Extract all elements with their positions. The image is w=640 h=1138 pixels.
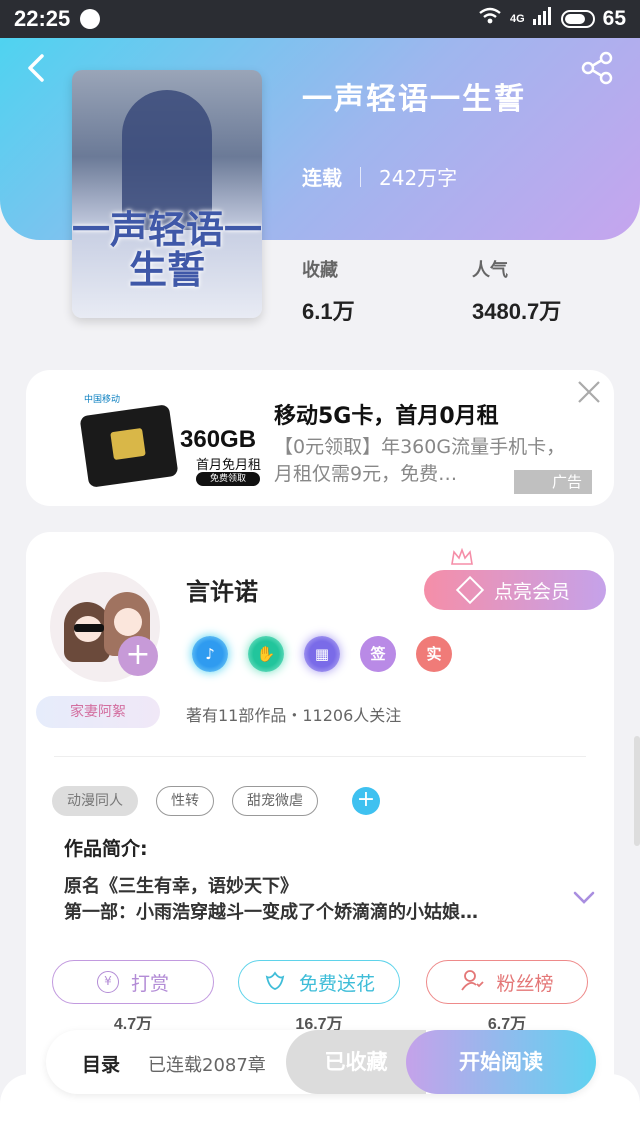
- status-time: 22:25: [14, 6, 71, 31]
- network-label: 4G: [509, 13, 525, 25]
- chapter-count[interactable]: 已连载2087章: [148, 1051, 266, 1077]
- ad-logo: 中国移动: [84, 395, 121, 405]
- stat-value: 3480.7万: [472, 299, 562, 324]
- word-count: 242万字: [379, 166, 458, 190]
- ad-image-gb: 360GB: [180, 426, 257, 453]
- reward-button[interactable]: ¥ 打赏: [52, 960, 214, 1004]
- ad-image-pill: 免费领取: [196, 472, 260, 486]
- intro-text[interactable]: 原名《三生有幸，语妙天下》 第一部：小雨浩穿越斗一变成了个娇滴滴的小姑娘…: [64, 874, 564, 926]
- book-cover[interactable]: 一声轻语一生誓: [72, 70, 262, 318]
- stat-favorites: 收藏 6.1万: [302, 256, 355, 326]
- divider: [54, 756, 586, 757]
- expand-button[interactable]: [572, 888, 596, 908]
- scrollbar[interactable]: [634, 736, 640, 846]
- fan-icon: [460, 969, 485, 996]
- tag-item[interactable]: 性转: [156, 786, 214, 816]
- sign-badge-icon[interactable]: 签: [360, 636, 396, 672]
- stat-value: 6.1万: [302, 299, 355, 324]
- reward-label: 打赏: [130, 972, 169, 995]
- ad-close-button[interactable]: [574, 378, 604, 408]
- flower-icon: [263, 969, 287, 996]
- music-note-icon[interactable]: ♪: [192, 636, 228, 672]
- fan-tag[interactable]: 家妻阿絮: [36, 696, 160, 728]
- crown-icon: [450, 547, 474, 566]
- battery-icon: [560, 10, 595, 28]
- book-status-row: 连载 242万字: [302, 162, 457, 191]
- yen-icon: ¥: [96, 971, 119, 993]
- close-icon: [578, 381, 600, 403]
- status-divider: [360, 166, 361, 187]
- author-meta: 著有11部作品・11206人关注: [186, 706, 402, 725]
- avatar-face-right: [114, 608, 142, 636]
- ad-tag: 广告: [514, 470, 592, 494]
- tag-item[interactable]: 动漫同人: [52, 786, 138, 816]
- battery-level: 65: [602, 7, 626, 30]
- avatar-glasses: [74, 624, 104, 632]
- message-icon: [80, 9, 101, 29]
- tag-list: 动漫同人 性转 甜宠微虐 +: [52, 786, 380, 816]
- bottom-action-bar: 目录 已连载2087章 已收藏 开始阅读: [46, 1030, 596, 1094]
- serial-status: 连载: [302, 166, 342, 190]
- ad-image-sub: 首月免月租: [196, 458, 262, 473]
- diamond-icon: [455, 575, 485, 605]
- ad-card[interactable]: 中国移动 360GB 首月免月租 免费领取 移动5G卡，首月0月租 【0元领取】…: [26, 370, 614, 506]
- status-right: 4G 65: [478, 7, 626, 31]
- toc-button[interactable]: 目录: [82, 1050, 120, 1077]
- stat-popularity: 人气 3480.7万: [472, 256, 561, 326]
- share-button[interactable]: [580, 50, 616, 86]
- follow-plus-button[interactable]: +: [118, 636, 158, 676]
- fan-rank-button[interactable]: 粉丝榜: [426, 960, 588, 1004]
- status-bar: 22:25 4G 65: [0, 0, 640, 38]
- signal-icon: [532, 7, 553, 31]
- stat-label: 收藏: [302, 260, 338, 281]
- sim-chip: [110, 427, 146, 461]
- author-badges: ♪ ✋ ▦ 签 实: [192, 636, 452, 672]
- calendar-icon[interactable]: ▦: [304, 636, 340, 672]
- wifi-icon: [478, 7, 502, 31]
- ad-image: 中国移动 360GB 首月免月租 免费领取: [54, 392, 274, 488]
- flower-label: 免费送花: [298, 972, 375, 995]
- intro-label: 作品简介:: [64, 838, 148, 860]
- handshake-icon[interactable]: ✋: [248, 636, 284, 672]
- add-tag-button[interactable]: +: [352, 787, 380, 815]
- ad-title: 移动5G卡，首月0月租: [274, 404, 499, 429]
- stat-label: 人气: [472, 260, 508, 281]
- back-button[interactable]: [20, 50, 56, 86]
- start-reading-button[interactable]: 开始阅读: [406, 1030, 596, 1094]
- author-name[interactable]: 言许诺: [186, 572, 258, 607]
- vip-button[interactable]: 点亮会员: [424, 570, 606, 610]
- real-badge-icon[interactable]: 实: [416, 636, 452, 672]
- vip-label: 点亮会员: [493, 580, 570, 603]
- share-icon: [581, 51, 613, 85]
- send-flower-button[interactable]: 免费送花: [238, 960, 400, 1004]
- book-title: 一声轻语一生誓: [302, 82, 526, 117]
- favorited-button[interactable]: 已收藏: [286, 1030, 426, 1094]
- chevron-left-icon: [28, 54, 44, 82]
- fan-rank-label: 粉丝榜: [496, 972, 554, 995]
- chevron-down-icon: [573, 891, 595, 904]
- tag-item[interactable]: 甜宠微虐: [232, 786, 318, 816]
- cover-title: 一声轻语一生誓: [72, 207, 262, 292]
